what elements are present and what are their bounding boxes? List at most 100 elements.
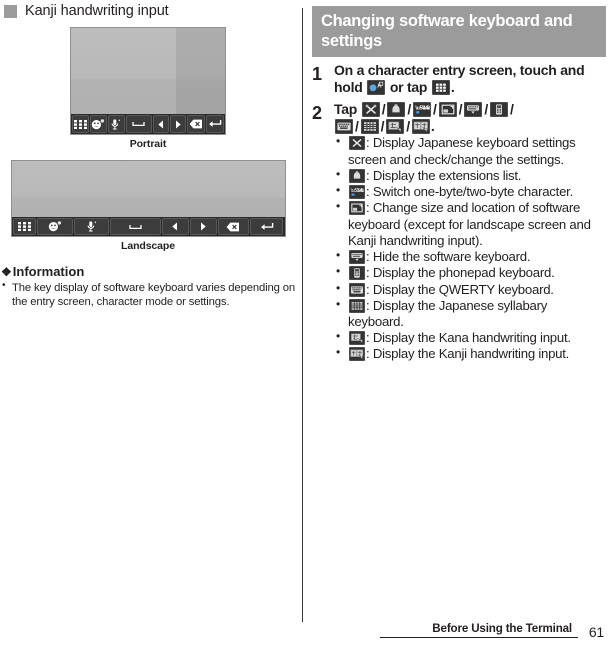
icon-separator: / — [509, 100, 514, 117]
backspace-icon[interactable] — [217, 218, 250, 235]
backspace-icon[interactable] — [187, 115, 205, 133]
information-marker-icon: ❖ — [1, 265, 12, 279]
icon-separator: / — [407, 100, 412, 117]
list-item: \u534a \u5168 : Switch one-byte/two-byte… — [334, 183, 606, 200]
syllabary-keyboard-icon[interactable] — [360, 118, 379, 134]
settings-tools-icon[interactable] — [349, 136, 365, 151]
icon-separator: / — [484, 100, 488, 117]
arrow-left-icon[interactable] — [152, 115, 169, 133]
arrow-right-icon[interactable] — [189, 218, 217, 235]
kanji-handwriting-icon[interactable] — [411, 118, 430, 134]
icon-separator: / — [355, 117, 359, 134]
information-list: The key display of software keyboard var… — [0, 280, 296, 310]
keyboard-screenshot-portrait — [70, 27, 226, 135]
resize-keyboard-icon[interactable] — [349, 201, 365, 216]
enter-icon[interactable] — [250, 218, 284, 235]
list-item: : Hide the software keyboard. — [334, 248, 606, 265]
space-icon[interactable] — [125, 115, 152, 133]
list-item-text: : Display Japanese keyboard settings scr… — [348, 135, 576, 167]
one-byte-two-byte-icon[interactable]: \u534a \u5168 — [413, 101, 432, 117]
one-byte-two-byte-icon[interactable]: \u534a \u5168 — [349, 185, 365, 200]
list-item-text: : Change size and location of software k… — [348, 200, 591, 248]
information-heading-label: Information — [12, 264, 85, 279]
section-heading-label: Kanji handwriting input — [25, 3, 169, 19]
section-heading: Kanji handwriting input — [4, 3, 296, 19]
microphone-icon[interactable] — [73, 218, 110, 235]
list-item: : Display the Japanese syllabary keyboar… — [334, 297, 606, 330]
enter-icon[interactable] — [205, 115, 224, 133]
qwerty-keyboard-icon[interactable] — [349, 282, 365, 297]
grid-icon[interactable] — [12, 218, 37, 235]
left-column: Kanji handwriting input Portrait Landsca… — [0, 0, 296, 620]
phonepad-keyboard-icon[interactable] — [489, 101, 508, 117]
information-heading: ❖ Information — [1, 264, 296, 279]
page-footer: Before Using the Terminal 61 — [0, 616, 608, 644]
list-item: The key display of software keyboard var… — [0, 280, 296, 310]
kanji-handwriting-icon[interactable] — [349, 347, 365, 362]
qwerty-keyboard-icon[interactable] — [335, 118, 353, 134]
keyboard-toolbar-landscape — [11, 217, 285, 236]
arrow-left-icon[interactable] — [161, 218, 189, 235]
column-divider — [302, 8, 303, 622]
grid-icon[interactable] — [72, 115, 89, 133]
list-item-text: : Display the QWERTY keyboard. — [366, 281, 554, 297]
icon-separator: / — [380, 117, 385, 134]
step-body: On a character entry screen, touch and h… — [334, 62, 606, 96]
list-item-text: : Display the Kana handwriting input. — [366, 330, 571, 346]
list-item: : Display Japanese keyboard settings scr… — [334, 134, 606, 167]
kana-handwriting-icon[interactable] — [386, 118, 405, 134]
step-number: 2 — [312, 102, 323, 123]
extensions-icon[interactable] — [387, 101, 406, 117]
list-item-text: : Display the extensions list. — [366, 167, 522, 183]
step-instruction: On a character entry screen, touch and h… — [334, 62, 606, 96]
list-item: : Display the QWERTY keyboard. — [334, 281, 606, 298]
list-item-text: : Display the phonepad keyboard. — [366, 265, 555, 281]
icon-separator: / — [406, 117, 410, 134]
arrow-right-icon[interactable] — [169, 115, 187, 133]
phonepad-keyboard-icon[interactable] — [349, 266, 365, 281]
step-text-part: or tap — [386, 79, 431, 96]
step-text-part: . — [450, 79, 455, 96]
footer-chapter: Before Using the Terminal — [432, 622, 572, 635]
figure-caption-portrait: Portrait — [129, 138, 167, 150]
step-lead-suffix: . — [430, 117, 435, 134]
list-item-text: : Display the Kanji handwriting input. — [366, 346, 570, 362]
microphone-icon[interactable] — [107, 115, 125, 133]
keyboard-toolbar-portrait — [71, 114, 225, 134]
svg-text:\u5168: \u5168 — [357, 188, 364, 194]
list-item: : Change size and location of software k… — [334, 199, 606, 249]
input-method-icon[interactable]: A — [367, 80, 386, 96]
svg-text:\u5168: \u5168 — [422, 105, 430, 111]
page-number: 61 — [588, 624, 604, 640]
list-item-text: : Switch one-byte/two-byte character. — [366, 184, 573, 200]
step-2-bullet-list: : Display Japanese keyboard settings scr… — [334, 134, 606, 362]
manual-page: Kanji handwriting input Portrait Landsca… — [0, 0, 608, 648]
step-1: 1 On a character entry screen, touch and… — [312, 62, 606, 96]
list-item: : Display the phonepad keyboard. — [334, 264, 606, 281]
hide-keyboard-icon[interactable] — [349, 250, 365, 265]
figure-portrait: Portrait — [0, 27, 296, 150]
step-body: Tap / / \u534a \u5168 / — [334, 101, 606, 363]
grid-icon[interactable] — [431, 80, 450, 96]
kana-handwriting-icon[interactable] — [349, 331, 365, 346]
space-icon[interactable] — [110, 218, 161, 235]
settings-tools-icon[interactable] — [361, 101, 380, 117]
list-item: : Display the Kana handwriting input. — [334, 329, 606, 346]
syllabary-keyboard-icon[interactable] — [349, 298, 365, 313]
footer-rule — [380, 636, 578, 638]
figure-landscape: Landscape — [0, 160, 296, 252]
list-item-text: : Display the Japanese syllabary keyboar… — [348, 297, 548, 330]
emoji-icon[interactable] — [37, 218, 73, 235]
list-item-text: : Hide the software keyboard. — [366, 249, 531, 265]
hide-keyboard-icon[interactable] — [464, 101, 483, 117]
step-2: 2 Tap / / \u534a \u5168 / — [312, 101, 606, 363]
resize-keyboard-icon[interactable] — [438, 101, 457, 117]
step-lead-prefix: Tap — [334, 100, 361, 117]
page-title: Changing software keyboard and settings — [312, 6, 606, 58]
keyboard-screenshot-landscape — [10, 160, 286, 237]
extensions-icon[interactable] — [349, 168, 365, 183]
right-column: Changing software keyboard and settings … — [312, 6, 606, 363]
icon-separator: / — [381, 100, 386, 117]
emoji-icon[interactable] — [89, 115, 107, 133]
list-item: : Display the extensions list. — [334, 167, 606, 184]
